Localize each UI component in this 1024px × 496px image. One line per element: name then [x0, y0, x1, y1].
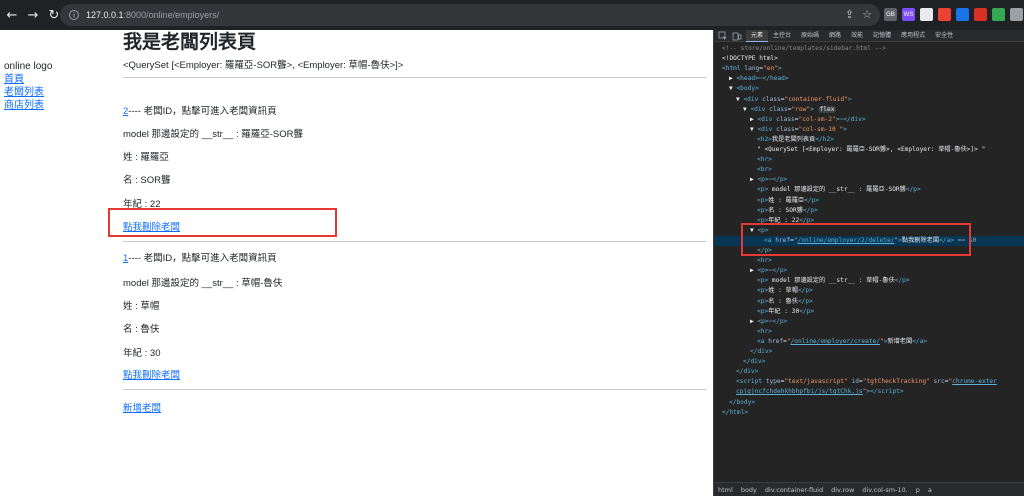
- device-toolbar-icon[interactable]: [732, 31, 742, 41]
- employer-id-row: 1---- 老闆ID，點擊可進入老闆資訊頁: [123, 253, 277, 264]
- browser-toolbar: ← → ↻ 127.0.0.1:8000/online/employers/ ⇪…: [0, 0, 1024, 30]
- dom-node-line[interactable]: <br>: [714, 165, 1024, 175]
- dom-node-line[interactable]: <!-- store/online/templates/sidebar.html…: [714, 44, 1024, 54]
- devtools-tab[interactable]: 安全性: [930, 30, 958, 42]
- create-employer-link[interactable]: 新增老闆: [123, 403, 161, 414]
- employer-first-name: 名 : 魯伕: [123, 324, 160, 335]
- dom-node-line[interactable]: ▶ <head>⋯</head>: [714, 74, 1024, 84]
- delete-row: 點我刪除老闆: [123, 367, 180, 381]
- dom-node-line[interactable]: ▶ <p>⋯</p>: [714, 317, 1024, 327]
- devtools-tab[interactable]: 原始碼: [796, 30, 824, 42]
- dom-node-line[interactable]: <p>姓 : 草帽</p>: [714, 286, 1024, 296]
- dom-node-line[interactable]: <script type="text/javascript" id="tgtCh…: [714, 377, 1024, 387]
- dom-node-line[interactable]: ▼ <div class="container-fluid">: [714, 95, 1024, 105]
- dom-node-line[interactable]: <p>年紀 : 30</p>: [714, 307, 1024, 317]
- dom-node-line[interactable]: ▼ <div class="col-sm-10 ">: [714, 125, 1024, 135]
- extension-icon[interactable]: [956, 8, 969, 21]
- breadcrumb-item[interactable]: p: [912, 486, 924, 494]
- logo-text: online logo: [4, 61, 53, 72]
- highlight-box: [108, 208, 337, 237]
- dom-node-line[interactable]: </div>: [714, 347, 1024, 357]
- divider: [123, 389, 706, 390]
- dom-node-line[interactable]: <p> model 那邊設定的 __str__ : 羅羅亞-SOR聾</p>: [714, 185, 1024, 195]
- breadcrumb-item[interactable]: a: [924, 486, 936, 494]
- dom-node-line[interactable]: ▼ <body>: [714, 84, 1024, 94]
- back-arrow-icon[interactable]: ←: [3, 6, 21, 24]
- dom-node-line[interactable]: <p> model 那邊設定的 __str__ : 草帽-魯伕</p>: [714, 276, 1024, 286]
- inspect-element-icon[interactable]: [718, 31, 728, 41]
- dom-node-line[interactable]: <!DOCTYPE html>: [714, 54, 1024, 64]
- queryset-text: <QuerySet [<Employer: 羅羅亞-SOR聾>, <Employ…: [123, 60, 404, 71]
- employer-str: model 那邊設定的 __str__ : 草帽-魯伕: [123, 278, 283, 289]
- breadcrumb-item[interactable]: html: [714, 486, 737, 494]
- extension-icon[interactable]: [1010, 8, 1023, 21]
- dom-node-line[interactable]: </html>: [714, 408, 1024, 418]
- main-content: 我是老闆列表頁 <QuerySet [<Employer: 羅羅亞-SOR聾>,…: [108, 30, 709, 414]
- breadcrumb-item[interactable]: div.col-sm-10.: [858, 486, 911, 494]
- dom-node-line[interactable]: ▶ <div class="col-sm-2">⋯</div>: [714, 115, 1024, 125]
- dom-node-line[interactable]: <a href="/online/employer/create/">新增老闆<…: [714, 337, 1024, 347]
- dom-node-line[interactable]: ▶ <p>⋯</p>: [714, 266, 1024, 276]
- address-bar[interactable]: 127.0.0.1:8000/online/employers/ ⇪ ☆: [60, 4, 880, 26]
- highlight-box: [741, 223, 971, 256]
- nav-link-stores[interactable]: 商店列表: [4, 100, 44, 111]
- breadcrumb-item[interactable]: div.container-fluid: [761, 486, 827, 494]
- create-row: 新增老闆: [123, 400, 161, 414]
- extension-icon[interactable]: [992, 8, 1005, 21]
- extension-icon[interactable]: WS: [902, 8, 915, 21]
- dom-node-line[interactable]: " <QuerySet [<Employer: 羅羅亞-SOR聾>, <Empl…: [714, 145, 1024, 155]
- dom-node-line[interactable]: <p>姓 : 羅羅亞</p>: [714, 196, 1024, 206]
- bookmark-star-icon[interactable]: ☆: [862, 8, 872, 21]
- info-icon[interactable]: [68, 9, 80, 21]
- employer-age: 年紀 : 30: [123, 348, 161, 359]
- employer-last-name: 姓 : 草帽: [123, 301, 160, 312]
- devtools-tab-list: 元素 主控台 原始碼 網路 效能 記憶體 應用程式 安全性: [746, 29, 958, 42]
- devtools-breadcrumbs: html body div.container-fluid div.row div.co…: [714, 482, 1024, 496]
- dom-node-line[interactable]: cpjgjncfchdehkhbhpfbi/js/tgtChk.js"></sc…: [714, 387, 1024, 397]
- dom-node-line[interactable]: ▼ <div class="row"> flex: [714, 105, 1024, 115]
- extension-icon[interactable]: GB: [884, 8, 897, 21]
- divider: [123, 241, 706, 242]
- forward-arrow-icon[interactable]: →: [24, 6, 42, 24]
- extension-icons: GB WS: [884, 8, 1023, 21]
- dom-node-line[interactable]: </div>: [714, 357, 1024, 367]
- share-icon[interactable]: ⇪: [845, 8, 854, 21]
- dom-node-line[interactable]: <h2>我是老闆列表頁</h2>: [714, 135, 1024, 145]
- devtools-tab[interactable]: 效能: [846, 30, 868, 42]
- dom-node-line[interactable]: <p>名 : 魯伕</p>: [714, 297, 1024, 307]
- extension-icon[interactable]: [920, 8, 933, 21]
- delete-employer-link[interactable]: 點我刪除老闆: [123, 370, 180, 381]
- web-page: online logo 首頁 老闆列表 商店列表 我是老闆列表頁 <QueryS…: [0, 30, 713, 496]
- devtools-tab[interactable]: 網路: [824, 30, 846, 42]
- dom-node-line[interactable]: <hr>: [714, 155, 1024, 165]
- devtools-tabbar: 元素 主控台 原始碼 網路 效能 記憶體 應用程式 安全性: [714, 29, 1024, 42]
- dom-node-line[interactable]: <html lang="en">: [714, 64, 1024, 74]
- employer-last-name: 姓 : 羅羅亞: [123, 152, 169, 163]
- page-title: 我是老闆列表頁: [123, 31, 257, 53]
- devtools-tab[interactable]: 記憶體: [868, 30, 896, 42]
- devtools-panel: 元素 主控台 原始碼 網路 效能 記憶體 應用程式 安全性 <!-- store/online…: [713, 29, 1024, 496]
- dom-node-line[interactable]: <hr>: [714, 256, 1024, 266]
- url-text: 127.0.0.1:8000/online/employers/: [86, 10, 220, 20]
- dom-node-line[interactable]: </body>: [714, 398, 1024, 408]
- dom-node-line[interactable]: ▶ <p>⋯</p>: [714, 175, 1024, 185]
- employer-first-name: 名 : SOR聾: [123, 175, 171, 186]
- extension-icon[interactable]: [974, 8, 987, 21]
- sidebar: online logo 首頁 老闆列表 商店列表: [4, 60, 52, 112]
- devtools-tab[interactable]: 應用程式: [896, 30, 930, 42]
- dom-node-line[interactable]: <hr>: [714, 327, 1024, 337]
- nav-link-employers[interactable]: 老闆列表: [4, 87, 44, 98]
- breadcrumb-item[interactable]: div.row: [827, 486, 858, 494]
- devtools-tab[interactable]: 元素: [746, 29, 769, 42]
- extension-icon[interactable]: [938, 8, 951, 21]
- nav-link-home[interactable]: 首頁: [4, 74, 24, 85]
- divider: [123, 77, 706, 78]
- devtools-tab[interactable]: 主控台: [768, 30, 796, 42]
- employer-str: model 那邊設定的 __str__ : 羅羅亞-SOR聾: [123, 129, 304, 140]
- dom-node-line[interactable]: </div>: [714, 367, 1024, 377]
- employer-id-row: 2---- 老闆ID，點擊可進入老闆資訊頁: [123, 106, 277, 117]
- breadcrumb-item[interactable]: body: [737, 486, 761, 494]
- dom-node-line[interactable]: <p>名 : SOR聾</p>: [714, 206, 1024, 216]
